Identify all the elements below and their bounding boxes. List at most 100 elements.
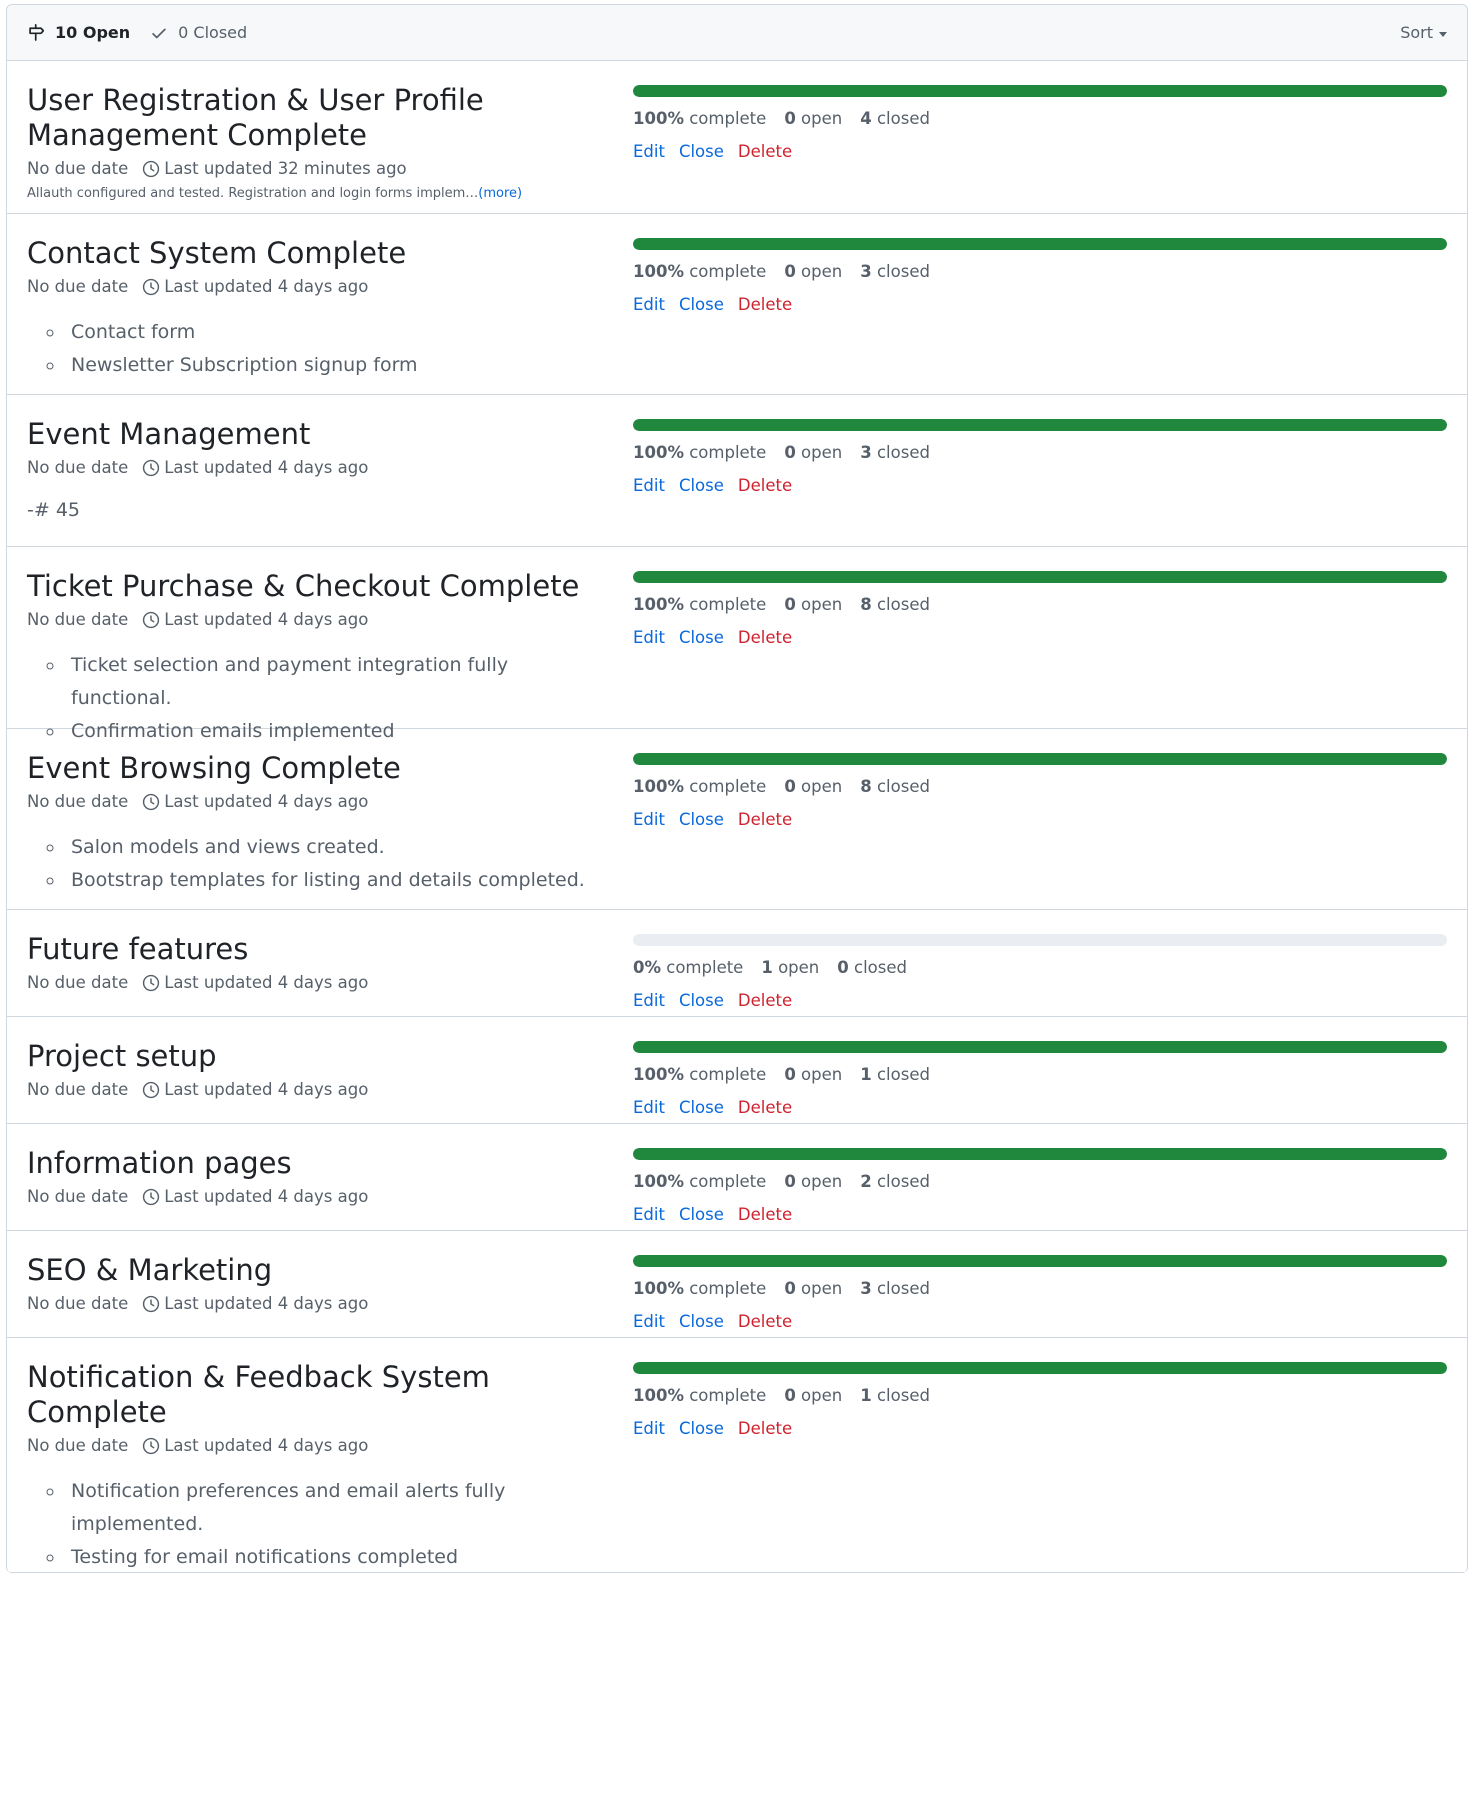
delete-link[interactable]: Delete [738,1205,792,1224]
delete-link[interactable]: Delete [738,991,792,1010]
open-count[interactable]: 0 open [784,443,842,462]
more-link[interactable]: (more) [478,186,522,201]
milestone-title[interactable]: Notification & Feedback System Complete [27,1360,607,1430]
delete-link[interactable]: Delete [738,810,792,829]
close-link[interactable]: Close [679,1312,724,1331]
closed-count[interactable]: 3 closed [860,443,930,462]
edit-link[interactable]: Edit [633,1312,665,1331]
progress-fill [633,1362,1447,1374]
open-count[interactable]: 0 open [784,1386,842,1405]
closed-count[interactable]: 8 closed [860,777,930,796]
description-item: Bootstrap templates for listing and deta… [65,864,607,897]
edit-link[interactable]: Edit [633,295,665,314]
close-link[interactable]: Close [679,991,724,1010]
progress-fill [633,571,1447,583]
milestone-title[interactable]: Ticket Purchase & Checkout Complete [27,569,607,604]
percent-complete: 100% complete [633,1386,767,1405]
due-date: No due date [27,458,129,477]
delete-link[interactable]: Delete [738,142,792,161]
milestone-info: SEO & Marketing No due date Last updated 4… [27,1253,627,1337]
closed-count[interactable]: 3 closed [860,262,930,281]
due-date: No due date [27,610,129,629]
delete-link[interactable]: Delete [738,1312,792,1331]
delete-link[interactable]: Delete [738,476,792,495]
milestone-title[interactable]: SEO & Marketing [27,1253,607,1288]
milestone-title[interactable]: Event Management [27,417,607,452]
delete-link[interactable]: Delete [738,295,792,314]
edit-link[interactable]: Edit [633,476,665,495]
open-count[interactable]: 0 open [784,262,842,281]
close-link[interactable]: Close [679,142,724,161]
milestone-title[interactable]: User Registration & User Profile Managem… [27,83,607,153]
milestone-row: Contact System Complete No due date Last u… [7,214,1467,395]
delete-link[interactable]: Delete [738,1419,792,1438]
milestone-info: Project setup No due date Last updated 4 d… [27,1039,627,1123]
edit-link[interactable]: Edit [633,142,665,161]
milestone-title[interactable]: Future features [27,932,607,967]
check-icon [152,28,166,38]
edit-link[interactable]: Edit [633,628,665,647]
closed-count[interactable]: 2 closed [860,1172,930,1191]
open-count[interactable]: 1 open [761,958,819,977]
closed-count[interactable]: 8 closed [860,595,930,614]
edit-link[interactable]: Edit [633,1419,665,1438]
open-count[interactable]: 0 open [784,777,842,796]
closed-count[interactable]: 1 closed [860,1386,930,1405]
description-item: Testing for email notifications complete… [65,1541,607,1573]
close-link[interactable]: Close [679,628,724,647]
due-date: No due date [27,1436,129,1455]
due-date: No due date [27,277,129,296]
milestone-row: SEO & Marketing No due date Last updated 4… [7,1231,1467,1338]
open-count[interactable]: 0 open [784,595,842,614]
delete-link[interactable]: Delete [738,1098,792,1117]
close-link[interactable]: Close [679,1419,724,1438]
closed-count-label: 0 Closed [178,23,248,42]
close-link[interactable]: Close [679,476,724,495]
progress-bar [633,1041,1447,1053]
open-count[interactable]: 0 open [784,109,842,128]
close-link[interactable]: Close [679,295,724,314]
milestone-meta: No due date Last updated 4 days ago [27,1294,607,1313]
edit-link[interactable]: Edit [633,991,665,1010]
progress-bar [633,85,1447,97]
milestone-title[interactable]: Contact System Complete [27,236,607,271]
milestone-row: Event Management No due date Last updated … [7,395,1467,547]
closed-count[interactable]: 4 closed [860,109,930,128]
last-updated: Last updated 4 days ago [164,610,369,629]
delete-link[interactable]: Delete [738,628,792,647]
closed-filter[interactable]: 0 Closed [150,23,247,42]
milestone-title[interactable]: Event Browsing Complete [27,751,607,786]
close-link[interactable]: Close [679,810,724,829]
milestone-title[interactable]: Information pages [27,1146,607,1181]
edit-link[interactable]: Edit [633,1098,665,1117]
due-date: No due date [27,159,129,178]
closed-count[interactable]: 3 closed [860,1279,930,1298]
open-count[interactable]: 0 open [784,1065,842,1084]
closed-count[interactable]: 0 closed [837,958,907,977]
milestone-description-list: Notification preferences and email alert… [27,1475,607,1573]
progress-stats: 100% complete 0 open 3 closed [633,1279,1447,1298]
milestone-row: Information pages No due date Last updated… [7,1124,1467,1231]
progress-bar [633,571,1447,583]
due-date: No due date [27,1080,129,1099]
close-link[interactable]: Close [679,1098,724,1117]
milestone-title[interactable]: Project setup [27,1039,607,1074]
milestone-icon [29,23,45,41]
sort-dropdown[interactable]: Sort [1400,23,1447,42]
caret-down-icon [1439,31,1447,37]
edit-link[interactable]: Edit [633,1205,665,1224]
milestone-progress: 100% complete 0 open 2 closed Edit Close Dele… [627,1146,1447,1230]
milestone-description: -# 45 [27,499,80,521]
clock-icon [143,1437,160,1454]
closed-count[interactable]: 1 closed [860,1065,930,1084]
open-count[interactable]: 0 open [784,1172,842,1191]
clock-icon [143,974,160,991]
milestone-progress: 100% complete 0 open 3 closed Edit Close Dele… [627,236,1447,394]
close-link[interactable]: Close [679,1205,724,1224]
open-count[interactable]: 0 open [784,1279,842,1298]
last-updated: Last updated 4 days ago [164,277,369,296]
milestone-row: Ticket Purchase & Checkout Complete No du… [7,547,1467,742]
progress-fill [633,1041,1447,1053]
open-filter[interactable]: 10 Open [27,23,130,42]
edit-link[interactable]: Edit [633,810,665,829]
